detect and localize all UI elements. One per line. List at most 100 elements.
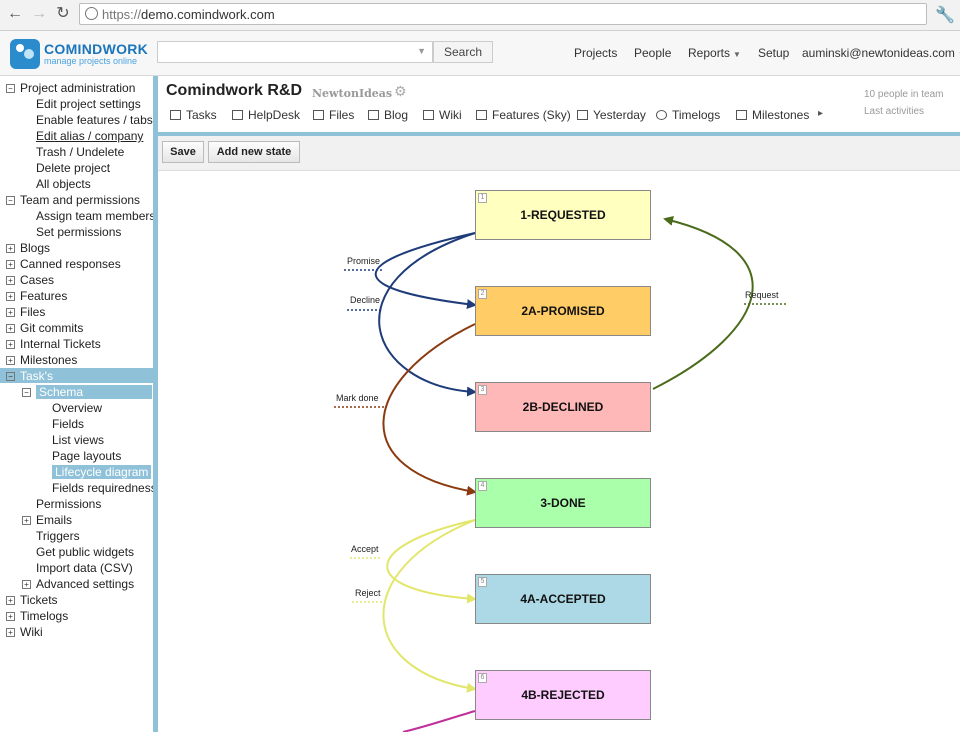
- transition-promise-path[interactable]: [374, 232, 477, 310]
- user-menu[interactable]: auminski@newtonideas.com▼: [802, 46, 960, 60]
- state-box[interactable]: 4 3-DONE: [475, 478, 651, 528]
- nav-setup[interactable]: Setup: [758, 46, 789, 60]
- sidebar-item[interactable]: Set permissions: [36, 224, 121, 240]
- sidebar-item[interactable]: Get public widgets: [36, 544, 134, 560]
- sidebar-item[interactable]: Edit project settings: [36, 96, 141, 112]
- expand-icon[interactable]: +: [6, 308, 15, 317]
- tab-files[interactable]: Files: [313, 108, 354, 122]
- nav-people[interactable]: People: [634, 46, 671, 60]
- sidebar-item[interactable]: + Blogs: [6, 240, 50, 256]
- tab-yesterday[interactable]: Yesterday: [577, 108, 646, 122]
- expand-icon[interactable]: +: [6, 276, 15, 285]
- sidebar-item[interactable]: Edit alias / company: [36, 128, 143, 144]
- collapse-icon[interactable]: −: [6, 84, 15, 93]
- sidebar-item[interactable]: Lifecycle diagram: [52, 464, 152, 480]
- tab-wiki[interactable]: Wiki: [423, 108, 462, 122]
- sidebar-item[interactable]: + Timelogs: [6, 608, 68, 624]
- expand-icon[interactable]: +: [22, 516, 31, 525]
- save-button[interactable]: Save: [162, 141, 204, 163]
- collapse-icon[interactable]: −: [6, 196, 15, 205]
- expand-icon[interactable]: +: [6, 356, 15, 365]
- expand-icon[interactable]: +: [6, 292, 15, 301]
- transition-accept-path[interactable]: [386, 519, 477, 604]
- dropdown-arrow-icon[interactable]: ▼: [417, 46, 426, 56]
- sidebar-item[interactable]: + Milestones: [6, 352, 77, 368]
- sidebar-item[interactable]: − Task's: [6, 368, 53, 384]
- sidebar-item[interactable]: − Team and permissions: [6, 192, 140, 208]
- sidebar-item[interactable]: Delete project: [36, 160, 110, 176]
- search-button[interactable]: Search: [433, 41, 493, 63]
- state-box[interactable]: 3 2B-DECLINED: [475, 382, 651, 432]
- state-box[interactable]: 6 4B-REJECTED: [475, 670, 651, 720]
- forward-icon[interactable]: →: [30, 5, 48, 23]
- sidebar-item[interactable]: Assign team members: [36, 208, 155, 224]
- wrench-icon[interactable]: 🔧: [935, 5, 955, 25]
- transition-request-path[interactable]: [652, 216, 754, 390]
- add-new-state-button[interactable]: Add new state: [208, 141, 300, 163]
- sidebar-item[interactable]: Triggers: [36, 528, 80, 544]
- transition-accept-label[interactable]: Accept: [351, 544, 379, 554]
- address-bar[interactable]: https://demo.comindwork.com: [79, 3, 927, 25]
- tab-timelogs[interactable]: Timelogs: [656, 108, 720, 122]
- search-input[interactable]: ▼: [157, 41, 433, 63]
- sidebar-item[interactable]: + Features: [6, 288, 67, 304]
- expand-icon[interactable]: +: [6, 244, 15, 253]
- reload-icon[interactable]: ↻: [54, 5, 72, 23]
- transition-decline-label[interactable]: Decline: [350, 295, 380, 305]
- sidebar-item[interactable]: Overview: [52, 400, 102, 416]
- transition-rejected-out-path[interactable]: [402, 710, 476, 732]
- gear-icon[interactable]: ⚙: [394, 83, 407, 100]
- expand-icon[interactable]: +: [6, 596, 15, 605]
- sidebar-item[interactable]: Enable features / tabs: [36, 112, 153, 128]
- transition-mark-done-path[interactable]: [382, 323, 477, 496]
- expand-icon[interactable]: +: [6, 324, 15, 333]
- logo-name[interactable]: COMINDWORK: [44, 41, 148, 57]
- logo-icon[interactable]: [10, 39, 40, 69]
- expand-icon[interactable]: +: [6, 612, 15, 621]
- tabs-more-icon[interactable]: ▸: [818, 108, 823, 119]
- expand-icon[interactable]: +: [6, 628, 15, 637]
- sidebar-item[interactable]: + Git commits: [6, 320, 83, 336]
- collapse-icon[interactable]: −: [22, 388, 31, 397]
- project-org[interactable]: NewtonIdeas: [312, 87, 392, 100]
- sidebar-item[interactable]: Trash / Undelete: [36, 144, 124, 160]
- sidebar-item[interactable]: Page layouts: [52, 448, 121, 464]
- transition-mark-done-label[interactable]: Mark done: [336, 393, 379, 403]
- sidebar-item[interactable]: + Cases: [6, 272, 54, 288]
- tab-blog[interactable]: Blog: [368, 108, 408, 122]
- back-icon[interactable]: ←: [6, 5, 24, 23]
- expand-icon[interactable]: +: [6, 260, 15, 269]
- sidebar-item[interactable]: + Files: [6, 304, 45, 320]
- sidebar-item[interactable]: − Project administration: [6, 80, 135, 96]
- team-count[interactable]: 10 people in team: [864, 89, 944, 100]
- transition-promise-label[interactable]: Promise: [347, 256, 380, 266]
- nav-projects[interactable]: Projects: [574, 46, 617, 60]
- state-box[interactable]: 2 2A-PROMISED: [475, 286, 651, 336]
- sidebar-item[interactable]: Fields requiredness: [52, 480, 157, 496]
- transition-reject-label[interactable]: Reject: [355, 588, 381, 598]
- tab-tasks[interactable]: Tasks: [170, 108, 217, 122]
- sidebar-item[interactable]: Fields: [52, 416, 84, 432]
- nav-reports[interactable]: Reports ▼: [688, 46, 741, 60]
- transition-reject-path[interactable]: [382, 519, 477, 693]
- sidebar-item[interactable]: Import data (CSV): [36, 560, 133, 576]
- last-activities-link[interactable]: Last activities: [864, 106, 924, 117]
- sidebar-item[interactable]: All objects: [36, 176, 91, 192]
- sidebar-item[interactable]: + Wiki: [6, 624, 43, 640]
- sidebar-item[interactable]: + Internal Tickets: [6, 336, 101, 352]
- sidebar-item[interactable]: Permissions: [36, 496, 101, 512]
- sidebar-item[interactable]: + Advanced settings: [22, 576, 134, 592]
- sidebar-item[interactable]: + Canned responses: [6, 256, 121, 272]
- expand-icon[interactable]: +: [6, 340, 15, 349]
- sidebar-item[interactable]: + Tickets: [6, 592, 58, 608]
- tab-features-sky[interactable]: Features (Sky): [476, 108, 571, 122]
- collapse-icon[interactable]: −: [6, 372, 15, 381]
- tab-milestones[interactable]: Milestones: [736, 108, 809, 122]
- state-box[interactable]: 1 1-REQUESTED: [475, 190, 651, 240]
- sidebar-item[interactable]: + Emails: [22, 512, 72, 528]
- transition-request-label[interactable]: Request: [745, 290, 779, 300]
- tab-helpdesk[interactable]: HelpDesk: [232, 108, 300, 122]
- sidebar-item[interactable]: − Schema: [22, 384, 152, 400]
- sidebar-item[interactable]: List views: [52, 432, 104, 448]
- state-box[interactable]: 5 4A-ACCEPTED: [475, 574, 651, 624]
